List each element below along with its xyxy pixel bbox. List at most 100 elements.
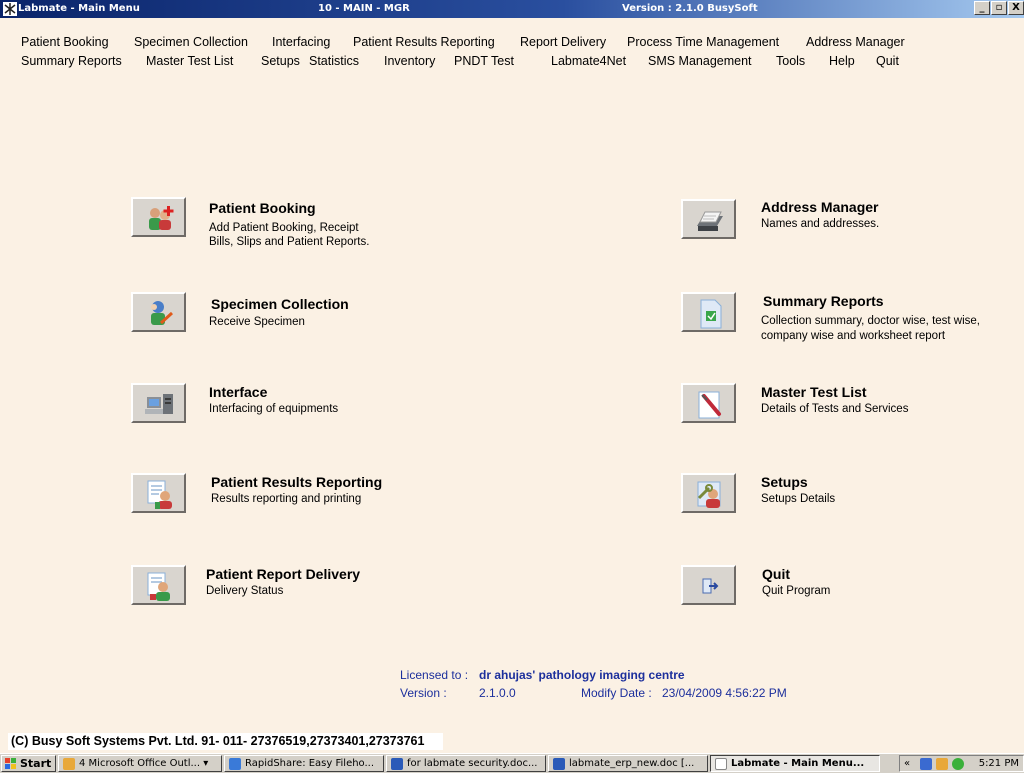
version-title: Version : 2.1.0 BusySoft [622,3,758,14]
interface-title[interactable]: Interface [209,384,267,400]
setups-button[interactable] [681,473,736,513]
menu-address-manager[interactable]: Address Manager [806,35,905,49]
address-manager-title[interactable]: Address Manager [761,199,878,215]
patient-booking-desc-line2: Bills, Slips and Patient Reports. [209,236,370,248]
taskbar-item-security-doc-label: for labmate security.doc... [407,758,538,769]
quit-button[interactable] [681,565,736,605]
app-title: Labmate - Main Menu [18,3,140,14]
minimize-button[interactable]: _ [974,1,990,15]
menu-summary-reports[interactable]: Summary Reports [21,54,122,68]
outlook-tray-icon[interactable] [936,758,948,770]
rolodex-icon [697,211,723,231]
menu-bar-row-1: Patient Booking Specimen Collection Inte… [0,35,1024,52]
exit-door-icon [702,578,719,594]
summary-reports-button[interactable] [681,292,736,332]
quit-desc: Quit Program [762,585,831,597]
test-tube-icon [698,391,721,419]
taskbar-item-labmate[interactable]: Labmate - Main Menu... [710,755,880,772]
interface-computer-icon [145,394,173,414]
licensed-to-label: Licensed to : [400,668,469,682]
patient-results-reporting-desc: Results reporting and printing [211,493,362,505]
menu-pndt-test[interactable]: PNDT Test [454,54,514,68]
patient-results-reporting-button[interactable] [131,473,186,513]
menu-interfacing[interactable]: Interfacing [272,35,330,49]
licensed-to-value: dr ahujas' pathology imaging centre [479,668,685,682]
start-label: Start [20,757,52,770]
close-button[interactable]: X [1008,1,1024,15]
patient-booking-button[interactable] [131,197,186,237]
patient-report-delivery-title[interactable]: Patient Report Delivery [206,566,360,582]
menu-patient-booking[interactable]: Patient Booking [21,35,109,49]
copyright-bar: (C) Busy Soft Systems Pvt. Ltd. 91- 011-… [8,733,443,750]
patient-results-reporting-title[interactable]: Patient Results Reporting [211,474,382,490]
summary-reports-desc-line2: company wise and worksheet report [761,330,946,342]
menu-report-delivery[interactable]: Report Delivery [520,35,606,49]
taskbar-item-rapidshare-label: RapidShare: Easy Fileho... [245,758,375,769]
taskbar-item-labmate-label: Labmate - Main Menu... [731,758,865,769]
restore-button[interactable]: ▫ [991,1,1007,15]
menu-setups[interactable]: Setups [261,54,300,68]
security-shield-icon[interactable] [952,758,964,770]
taskbar-item-erp-doc[interactable]: labmate_erp_new.doc [... [548,755,708,772]
labmate-app-icon[interactable] [3,2,17,16]
menu-quit[interactable]: Quit [876,54,899,68]
taskbar-item-rapidshare[interactable]: RapidShare: Easy Fileho... [224,755,384,772]
summary-reports-desc-line1: Collection summary, doctor wise, test wi… [761,315,980,327]
taskbar-item-security-doc[interactable]: for labmate security.doc... [386,755,546,772]
patient-booking-desc-line1: Add Patient Booking, Receipt [209,222,359,234]
specimen-collection-title[interactable]: Specimen Collection [211,296,349,312]
internet-explorer-icon [229,758,241,770]
labmate-app-icon [715,758,727,770]
summary-reports-title[interactable]: Summary Reports [763,293,884,309]
outlook-icon [63,758,75,770]
patient-report-delivery-button[interactable] [131,565,186,605]
menu-patient-results-reporting[interactable]: Patient Results Reporting [353,35,495,49]
menu-tools[interactable]: Tools [776,54,805,68]
network-icon[interactable] [920,758,932,770]
master-test-list-title[interactable]: Master Test List [761,384,867,400]
menu-inventory[interactable]: Inventory [384,54,435,68]
master-test-list-button[interactable] [681,383,736,423]
word-document-icon [553,758,565,770]
setups-desc: Setups Details [761,493,836,505]
address-manager-button[interactable] [681,199,736,239]
start-button[interactable]: Start [1,755,56,772]
patient-booking-title[interactable]: Patient Booking [209,200,316,216]
menu-specimen-collection[interactable]: Specimen Collection [134,35,248,49]
menu-help[interactable]: Help [829,54,855,68]
setup-tools-icon [697,481,721,508]
taskbar-item-outlook-label: 4 Microsoft Office Outl... ▾ [79,758,209,769]
modify-date-value: 23/04/2009 4:56:22 PM [662,686,787,700]
windows-flag-icon [5,758,16,769]
interface-button[interactable] [131,383,186,423]
modify-date-label: Modify Date : [581,686,652,700]
setups-title[interactable]: Setups [761,474,808,490]
menu-process-time-management[interactable]: Process Time Management [627,35,779,49]
quit-title[interactable]: Quit [762,566,790,582]
master-test-list-desc: Details of Tests and Services [761,403,909,415]
patient-booking-icon [149,206,174,230]
word-document-icon [391,758,403,770]
patient-report-delivery-desc: Delivery Status [206,585,284,597]
results-report-icon [147,480,172,509]
specimen-collection-button[interactable] [131,292,186,332]
taskbar-item-outlook[interactable]: 4 Microsoft Office Outl... ▾ [58,755,222,772]
system-tray: « 5:21 PM [899,755,1024,772]
version-label: Version : [400,686,447,700]
address-manager-desc: Names and addresses. [761,218,880,230]
title-bar: Labmate - Main Menu 10 - MAIN - MGR Vers… [0,0,1024,18]
report-delivery-icon [147,572,170,601]
window-controls: _ ▫ X [973,1,1024,17]
menu-labmate4net[interactable]: Labmate4Net [551,54,626,68]
taskbar-item-erp-doc-label: labmate_erp_new.doc [... [569,758,695,769]
windows-taskbar: Start 4 Microsoft Office Outl... ▾ Rapid… [0,753,1024,773]
summary-document-icon [700,299,722,329]
menu-bar-row-2: Summary Reports Master Test List Setups … [0,54,1024,71]
menu-statistics[interactable]: Statistics [309,54,359,68]
menu-sms-management[interactable]: SMS Management [648,54,752,68]
menu-master-test-list[interactable]: Master Test List [146,54,233,68]
taskbar-clock[interactable]: 5:21 PM [979,758,1019,769]
specimen-collection-icon [151,301,174,325]
interface-desc: Interfacing of equipments [209,403,339,415]
tray-expand-arrows[interactable]: « [904,758,910,769]
